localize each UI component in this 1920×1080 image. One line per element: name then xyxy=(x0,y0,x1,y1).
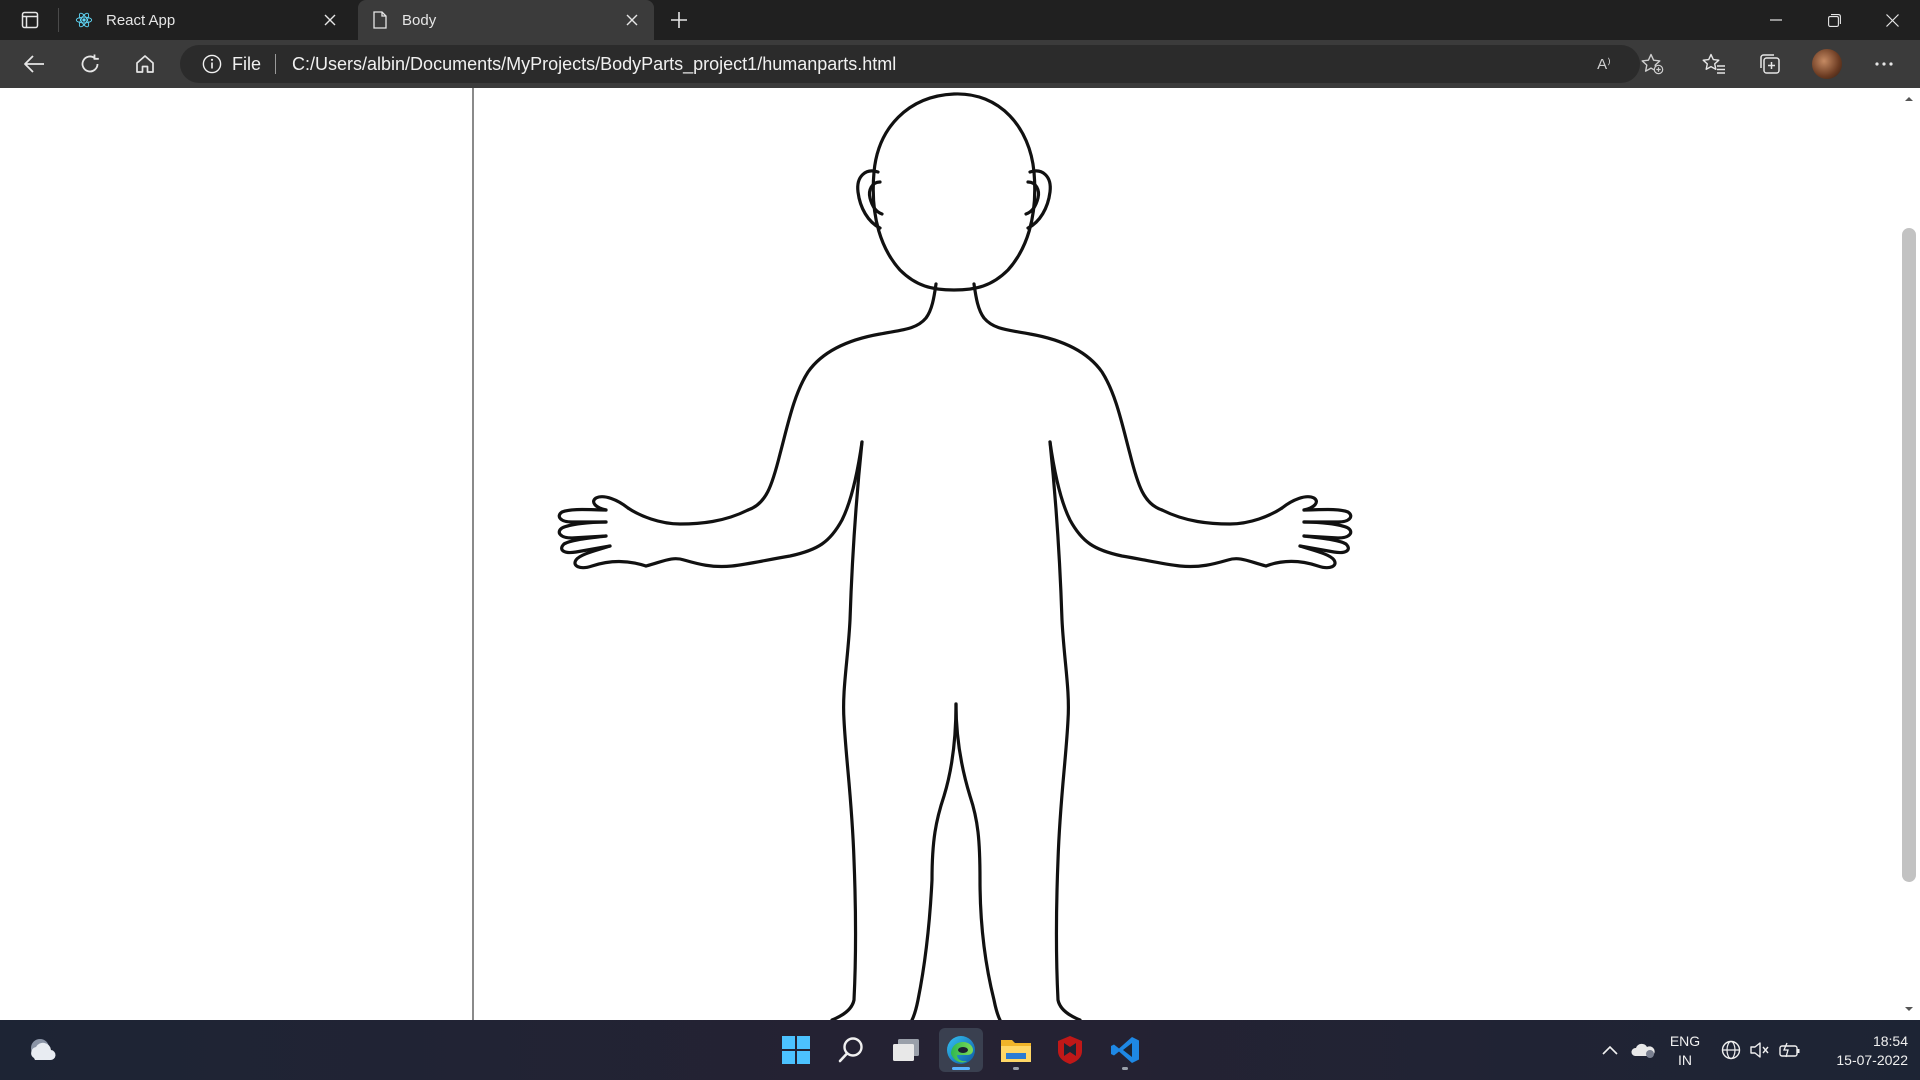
address-divider xyxy=(275,54,277,74)
task-view-icon xyxy=(893,1039,919,1061)
network-button[interactable] xyxy=(1718,1020,1744,1080)
tab-title: Body xyxy=(402,11,437,29)
read-aloud-icon[interactable]: A⁾ xyxy=(1587,52,1621,76)
refresh-button[interactable] xyxy=(72,47,108,81)
file-icon xyxy=(370,10,390,30)
edge-icon xyxy=(947,1036,975,1064)
react-icon xyxy=(74,10,94,30)
info-icon[interactable] xyxy=(202,54,222,74)
home-icon xyxy=(136,55,154,73)
page-content xyxy=(0,88,1920,1020)
address-url[interactable]: C:/Users/albin/Documents/MyProjects/Body… xyxy=(292,54,896,75)
onedrive-button[interactable] xyxy=(1628,1020,1658,1080)
clock-time: 18:54 xyxy=(1872,1033,1908,1049)
battery-charging-icon xyxy=(1779,1042,1800,1058)
scroll-thumb[interactable] xyxy=(1902,228,1916,882)
tab-title: React App xyxy=(106,11,176,29)
tab-actions-button[interactable] xyxy=(10,7,50,33)
app-indicator xyxy=(1122,1067,1128,1070)
file-explorer-icon xyxy=(1001,1040,1031,1062)
refresh-icon xyxy=(81,54,99,73)
restore-icon xyxy=(1827,13,1841,27)
favorites-list-icon xyxy=(1702,53,1725,74)
human-body-outline xyxy=(557,92,1353,1020)
vscode-button[interactable] xyxy=(1103,1028,1147,1072)
file-explorer-button[interactable] xyxy=(994,1028,1038,1072)
new-tab-button[interactable] xyxy=(662,6,696,34)
start-button[interactable] xyxy=(774,1028,818,1072)
tab-separator xyxy=(58,8,59,32)
home-button[interactable] xyxy=(127,47,163,81)
weather-icon[interactable] xyxy=(26,1034,58,1066)
battery-button[interactable] xyxy=(1776,1020,1804,1080)
start-icon xyxy=(782,1036,810,1064)
show-hidden-icons-button[interactable] xyxy=(1598,1020,1622,1080)
tab-strip: React App Body xyxy=(0,0,1920,40)
restore-button[interactable] xyxy=(1806,0,1862,40)
mcafee-button[interactable] xyxy=(1048,1028,1092,1072)
browser-toolbar: File C:/Users/albin/Documents/MyProjects… xyxy=(0,40,1920,88)
back-arrow-icon xyxy=(24,55,44,73)
settings-menu-button[interactable] xyxy=(1866,47,1902,81)
search-button[interactable] xyxy=(829,1028,873,1072)
browser-window: React App Body File C:/Users/albin/Docum… xyxy=(0,0,1920,1020)
onedrive-icon xyxy=(1631,1043,1655,1058)
task-view-button[interactable] xyxy=(884,1028,928,1072)
globe-icon xyxy=(1721,1040,1741,1060)
language-region: IN xyxy=(1678,1052,1692,1068)
tab-body[interactable]: Body xyxy=(358,0,654,40)
vscode-icon xyxy=(1111,1037,1139,1063)
volume-button[interactable] xyxy=(1746,1020,1772,1080)
more-icon xyxy=(1875,62,1893,66)
page-scrollbar[interactable] xyxy=(1898,88,1920,1020)
collections-button[interactable] xyxy=(1752,47,1788,81)
vertical-divider xyxy=(472,88,474,1020)
minimize-button[interactable] xyxy=(1748,0,1804,40)
tab-react-app[interactable]: React App xyxy=(62,0,352,40)
favorites-button[interactable] xyxy=(1696,47,1732,81)
volume-muted-icon xyxy=(1750,1042,1769,1058)
tab-actions-icon xyxy=(21,11,39,29)
collections-icon xyxy=(1760,54,1780,74)
close-tab-icon[interactable] xyxy=(316,6,344,34)
language-code: ENG xyxy=(1669,1033,1701,1049)
plus-icon xyxy=(671,12,687,28)
search-icon xyxy=(838,1037,863,1063)
close-window-button[interactable] xyxy=(1864,0,1920,40)
chevron-up-icon xyxy=(1602,1045,1618,1055)
close-tab-icon[interactable] xyxy=(618,6,646,34)
back-button[interactable] xyxy=(16,47,52,81)
mcafee-icon xyxy=(1058,1036,1082,1064)
address-scheme-label: File xyxy=(232,53,262,74)
clock-date: 15-07-2022 xyxy=(1836,1052,1908,1068)
windows-taskbar: ENG IN 18:54 15-07-2022 xyxy=(0,1020,1920,1080)
scroll-down-icon[interactable] xyxy=(1904,1004,1914,1014)
close-icon xyxy=(1885,13,1899,27)
add-favorite-button[interactable] xyxy=(1634,47,1670,81)
edge-taskbar-button[interactable] xyxy=(939,1028,983,1072)
minimize-icon xyxy=(1770,19,1782,21)
active-app-indicator xyxy=(952,1067,970,1070)
app-indicator xyxy=(1013,1067,1019,1070)
address-bar[interactable]: File C:/Users/albin/Documents/MyProjects… xyxy=(180,45,1640,83)
star-add-icon xyxy=(1641,53,1664,75)
system-clock[interactable]: 18:54 15-07-2022 xyxy=(1808,1032,1908,1070)
language-indicator[interactable]: ENG IN xyxy=(1665,1032,1705,1070)
profile-avatar[interactable] xyxy=(1812,49,1842,79)
scroll-up-icon[interactable] xyxy=(1904,94,1914,104)
